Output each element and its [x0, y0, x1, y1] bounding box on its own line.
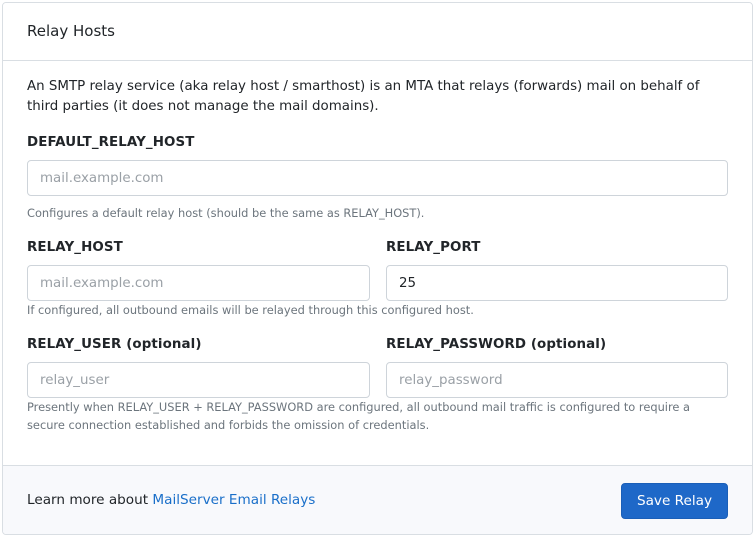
default-relay-host-label: DEFAULT_RELAY_HOST [27, 135, 195, 150]
relay-host-help: If configured, all outbound emails will … [27, 303, 474, 317]
card-footer: Learn more about MailServer Email Relays… [3, 465, 752, 534]
relay-hosts-card: Relay Hosts An SMTP relay service (aka r… [2, 2, 753, 535]
card-header: Relay Hosts [3, 3, 752, 61]
card-title: Relay Hosts [27, 22, 115, 40]
relay-user-input[interactable] [27, 362, 370, 398]
learn-more-prefix: Learn more about [27, 492, 153, 508]
relay-host-input[interactable] [27, 265, 370, 301]
default-relay-host-input[interactable] [27, 160, 728, 196]
learn-more-text: Learn more about MailServer Email Relays [27, 492, 315, 508]
relay-password-label: RELAY_PASSWORD (optional) [386, 337, 607, 352]
relay-user-label: RELAY_USER (optional) [27, 337, 202, 352]
save-relay-button[interactable]: Save Relay [621, 483, 728, 519]
relay-description: An SMTP relay service (aka relay host / … [27, 79, 700, 114]
default-relay-host-help: Configures a default relay host (should … [27, 206, 425, 220]
relay-port-label: RELAY_PORT [386, 240, 481, 255]
credentials-help: Presently when RELAY_USER + RELAY_PASSWO… [27, 400, 690, 432]
relay-host-label: RELAY_HOST [27, 240, 123, 255]
relay-password-input[interactable] [386, 362, 728, 398]
mailserver-email-relays-link[interactable]: MailServer Email Relays [152, 492, 315, 508]
relay-port-input[interactable] [386, 265, 728, 301]
